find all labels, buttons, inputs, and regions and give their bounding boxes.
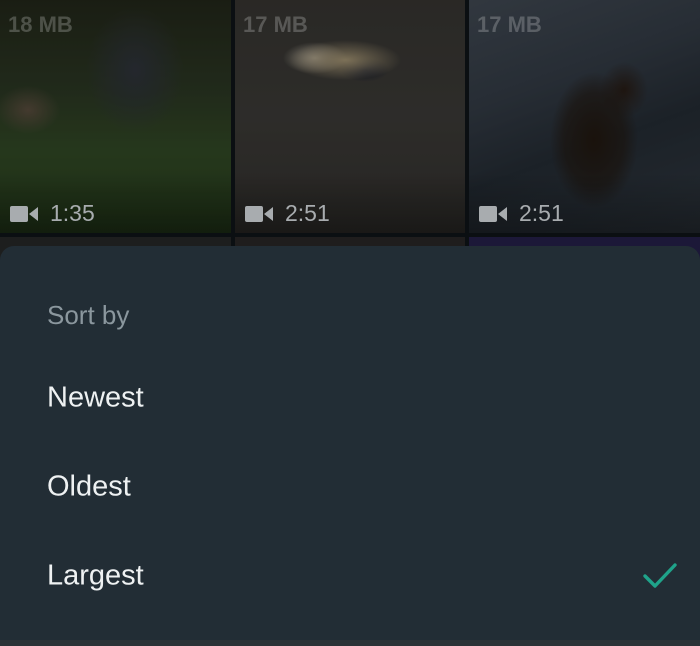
sort-option-label: Newest [47,381,144,414]
file-size-label: 17 MB [243,12,308,37]
video-duration: 1:35 [50,200,95,226]
sheet-title: Sort by [47,300,130,330]
media-tile[interactable]: 18 MB 1:35 [0,0,231,233]
video-camera-icon [10,205,38,222]
video-camera-icon [245,205,273,222]
video-duration: 2:51 [519,200,564,226]
video-meta: 1:35 [10,200,95,227]
checkmark-icon [643,563,677,588]
video-duration: 2:51 [285,200,330,226]
video-meta: 2:51 [245,200,330,227]
sort-option-newest[interactable]: Newest [0,358,700,438]
sort-option-largest[interactable]: Largest [0,536,700,616]
sort-option-label: Largest [47,559,144,592]
media-screen: 18 MB 1:35 17 MB 2:51 17 MB 2:51 Sort by… [0,0,700,646]
media-tile[interactable]: 17 MB 2:51 [469,0,700,233]
sort-option-oldest[interactable]: Oldest [0,447,700,527]
sort-bottom-sheet: Sort by Newest Oldest Largest [0,246,700,640]
video-meta: 2:51 [479,200,564,227]
system-nav-strip [0,640,700,646]
file-size-label: 17 MB [477,12,542,37]
video-camera-icon [479,205,507,222]
media-gallery-grid: 18 MB 1:35 17 MB 2:51 17 MB 2:51 [0,0,700,267]
sort-option-label: Oldest [47,470,131,503]
file-size-label: 18 MB [8,12,73,37]
media-tile[interactable]: 17 MB 2:51 [235,0,465,233]
